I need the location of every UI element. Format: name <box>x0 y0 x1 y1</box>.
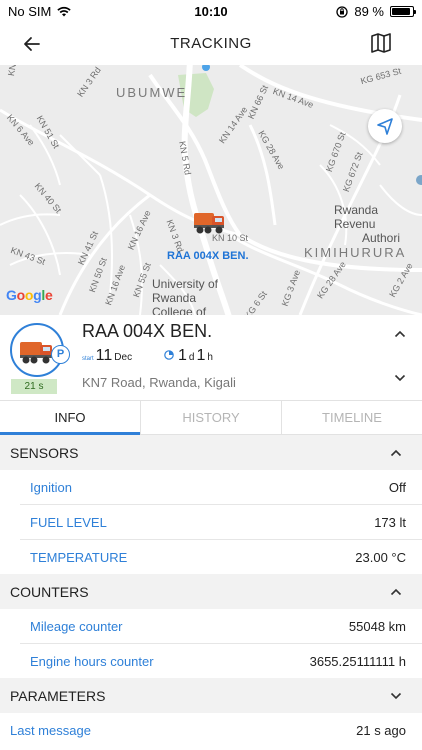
sensors-title: SENSORS <box>10 445 79 461</box>
duration: 1 d 1 h <box>164 347 215 365</box>
sensor-row-fuel-level: FUEL LEVEL 173 lt <box>20 505 422 540</box>
page-title: TRACKING <box>170 35 252 52</box>
battery-icon <box>390 6 416 17</box>
chevron-up-icon[interactable] <box>394 330 406 338</box>
tab-info[interactable]: INFO <box>0 401 141 435</box>
app-header: TRACKING <box>0 22 422 65</box>
vehicle-address: KN7 Road, Rwanda, Kigali <box>82 375 236 390</box>
tab-timeline[interactable]: TIMELINE <box>282 401 422 434</box>
area-label-kimihurura: KIMIHURURA <box>304 245 407 260</box>
vehicle-name: RAA 004X BEN. <box>82 321 213 341</box>
vehicle-card[interactable]: P 21 s RAA 004X BEN. start 11 Dec 1 d 1 … <box>0 315 422 400</box>
counter-row-engine-hours: Engine hours counter 3655.25111111 h <box>30 654 406 669</box>
sensors-section-header[interactable]: SENSORS <box>0 435 422 470</box>
poi-university: University of Rwanda College of <box>152 277 219 315</box>
map-view[interactable]: KN 33 St KN 3 Rd KN 14 Ave KN 6 Ave KN 5… <box>0 65 422 315</box>
map-icon[interactable] <box>370 32 392 54</box>
tab-history[interactable]: HISTORY <box>141 401 282 434</box>
chevron-up-icon <box>390 588 402 596</box>
counter-row-mileage: Mileage counter 55048 km <box>20 609 422 644</box>
area-label-ubumwe: UBUMWE <box>116 85 188 100</box>
google-logo: Google <box>6 287 53 303</box>
tab-bar: INFO HISTORY TIMELINE <box>0 400 422 435</box>
parameters-section-header[interactable]: PARAMETERS <box>0 678 422 713</box>
sensor-row-ignition: Ignition Off <box>20 470 422 505</box>
sensor-row-temperature: TEMPERATURE 23.00 °C <box>30 550 406 565</box>
parking-badge: P <box>51 345 70 364</box>
locate-button[interactable] <box>368 109 402 143</box>
chevron-down-icon <box>390 692 402 700</box>
orientation-lock-icon <box>336 5 349 18</box>
parameters-title: PARAMETERS <box>10 688 106 704</box>
counters-section-header[interactable]: COUNTERS <box>0 574 422 609</box>
clock-icon <box>164 350 174 360</box>
battery-percent: 89 % <box>354 4 384 19</box>
last-message-label: Last message <box>10 723 91 738</box>
data-age-badge: 21 s <box>11 379 57 394</box>
chevron-down-icon[interactable] <box>394 374 406 382</box>
navigation-arrow-icon <box>377 118 393 135</box>
last-message-row: Last message 21 s ago <box>0 713 422 748</box>
status-bar: No SIM 10:10 89 % <box>0 0 422 22</box>
chevron-up-icon <box>390 449 402 457</box>
start-time: start 11 Dec <box>82 347 133 364</box>
vehicle-map-label: RAA 004X BEN. <box>167 250 249 262</box>
vehicle-marker-icon[interactable] <box>192 207 228 235</box>
counters-title: COUNTERS <box>10 584 89 600</box>
last-message-value: 21 s ago <box>356 723 406 738</box>
poi-revenue-authority: Rwanda Revenu Authori <box>334 203 401 245</box>
